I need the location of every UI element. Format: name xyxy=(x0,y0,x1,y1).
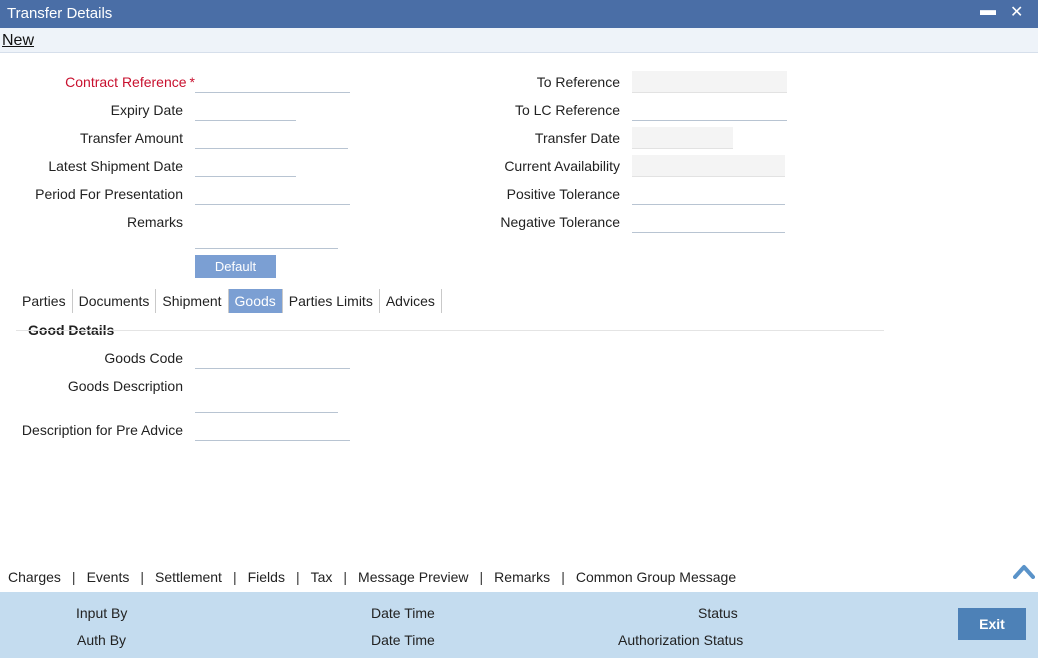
period-for-presentation-label: Period For Presentation xyxy=(35,186,183,202)
tab-advices[interactable]: Advices xyxy=(380,289,442,313)
goods-code-label: Goods Code xyxy=(104,350,183,366)
link-separator: | xyxy=(232,569,237,585)
latest-shipment-date-input[interactable] xyxy=(195,155,296,177)
to-lc-reference-input[interactable] xyxy=(632,99,787,121)
tab-shipment[interactable]: Shipment xyxy=(156,289,229,313)
minimize-icon[interactable]: ▬ xyxy=(980,2,996,20)
negative-tolerance-input[interactable] xyxy=(632,211,785,233)
section-divider xyxy=(16,330,884,331)
link-separator: | xyxy=(295,569,300,585)
transfer-date-label: Transfer Date xyxy=(534,130,620,146)
message-preview-link[interactable]: Message Preview xyxy=(358,569,469,585)
remarks-label: Remarks xyxy=(126,214,183,230)
bottom-link-bar: Charges | Events | Settlement | Fields |… xyxy=(0,562,1038,592)
charges-link[interactable]: Charges xyxy=(8,569,61,585)
to-reference-input xyxy=(632,71,787,93)
remarks-input[interactable] xyxy=(195,227,338,249)
fields-link[interactable]: Fields xyxy=(248,569,285,585)
auth-by-label: Auth By xyxy=(77,632,127,648)
contract-reference-label: Contract Reference * xyxy=(40,74,195,90)
link-separator: | xyxy=(343,569,348,585)
goods-code-input[interactable] xyxy=(195,347,350,369)
authorization-status-label: Authorization Status xyxy=(618,632,744,648)
pre-advice-description-input[interactable] xyxy=(195,419,350,441)
events-link[interactable]: Events xyxy=(87,569,130,585)
goods-description-input[interactable] xyxy=(195,391,338,413)
tax-link[interactable]: Tax xyxy=(311,569,333,585)
to-lc-reference-label: To LC Reference xyxy=(514,102,620,118)
input-by-label: Input By xyxy=(76,605,128,621)
settlement-link[interactable]: Settlement xyxy=(155,569,222,585)
status-label: Status xyxy=(698,605,738,621)
contract-reference-label-text: Contract Reference xyxy=(65,74,187,90)
period-for-presentation-input[interactable] xyxy=(195,183,350,205)
tab-documents[interactable]: Documents xyxy=(73,289,157,313)
common-group-message-link[interactable]: Common Group Message xyxy=(576,569,736,585)
tab-goods[interactable]: Goods xyxy=(228,289,283,313)
positive-tolerance-label: Positive Tolerance xyxy=(506,186,620,202)
date-time-label: Date Time xyxy=(371,605,435,621)
tab-bar: Parties Documents Shipment Goods Parties… xyxy=(16,289,442,313)
link-separator: | xyxy=(479,569,484,585)
current-availability-input xyxy=(632,155,785,177)
default-button[interactable]: Default xyxy=(195,255,276,278)
window-titlebar: Transfer Details ▬ ✕ xyxy=(0,0,1038,28)
chevron-up-icon[interactable] xyxy=(1013,563,1035,579)
audit-footer: Input By Date Time Status Auth By Date T… xyxy=(0,592,1038,658)
toolbar: New xyxy=(0,28,1038,53)
new-link[interactable]: New xyxy=(2,32,34,50)
latest-shipment-date-label: Latest Shipment Date xyxy=(48,158,183,174)
tab-parties[interactable]: Parties xyxy=(16,289,73,313)
exit-button[interactable]: Exit xyxy=(958,608,1026,640)
pre-advice-description-label: Description for Pre Advice xyxy=(21,422,183,438)
transfer-date-input xyxy=(632,127,733,149)
current-availability-label: Current Availability xyxy=(504,158,620,174)
link-separator: | xyxy=(140,569,145,585)
expiry-date-input[interactable] xyxy=(195,99,296,121)
expiry-date-label: Expiry Date xyxy=(110,102,183,118)
link-separator: | xyxy=(561,569,565,585)
contract-reference-input[interactable] xyxy=(195,71,350,93)
window-title: Transfer Details xyxy=(7,5,113,22)
transfer-amount-input[interactable] xyxy=(195,127,348,149)
negative-tolerance-label: Negative Tolerance xyxy=(500,214,620,230)
close-icon[interactable]: ✕ xyxy=(1010,2,1023,22)
transfer-amount-label: Transfer Amount xyxy=(80,130,183,146)
remarks-link[interactable]: Remarks xyxy=(494,569,550,585)
positive-tolerance-input[interactable] xyxy=(632,183,785,205)
goods-description-label: Goods Description xyxy=(67,378,183,394)
to-reference-label: To Reference xyxy=(536,74,620,90)
auth-date-time-label: Date Time xyxy=(371,632,435,648)
link-separator: | xyxy=(71,569,76,585)
tab-parties-limits[interactable]: Parties Limits xyxy=(283,289,380,313)
